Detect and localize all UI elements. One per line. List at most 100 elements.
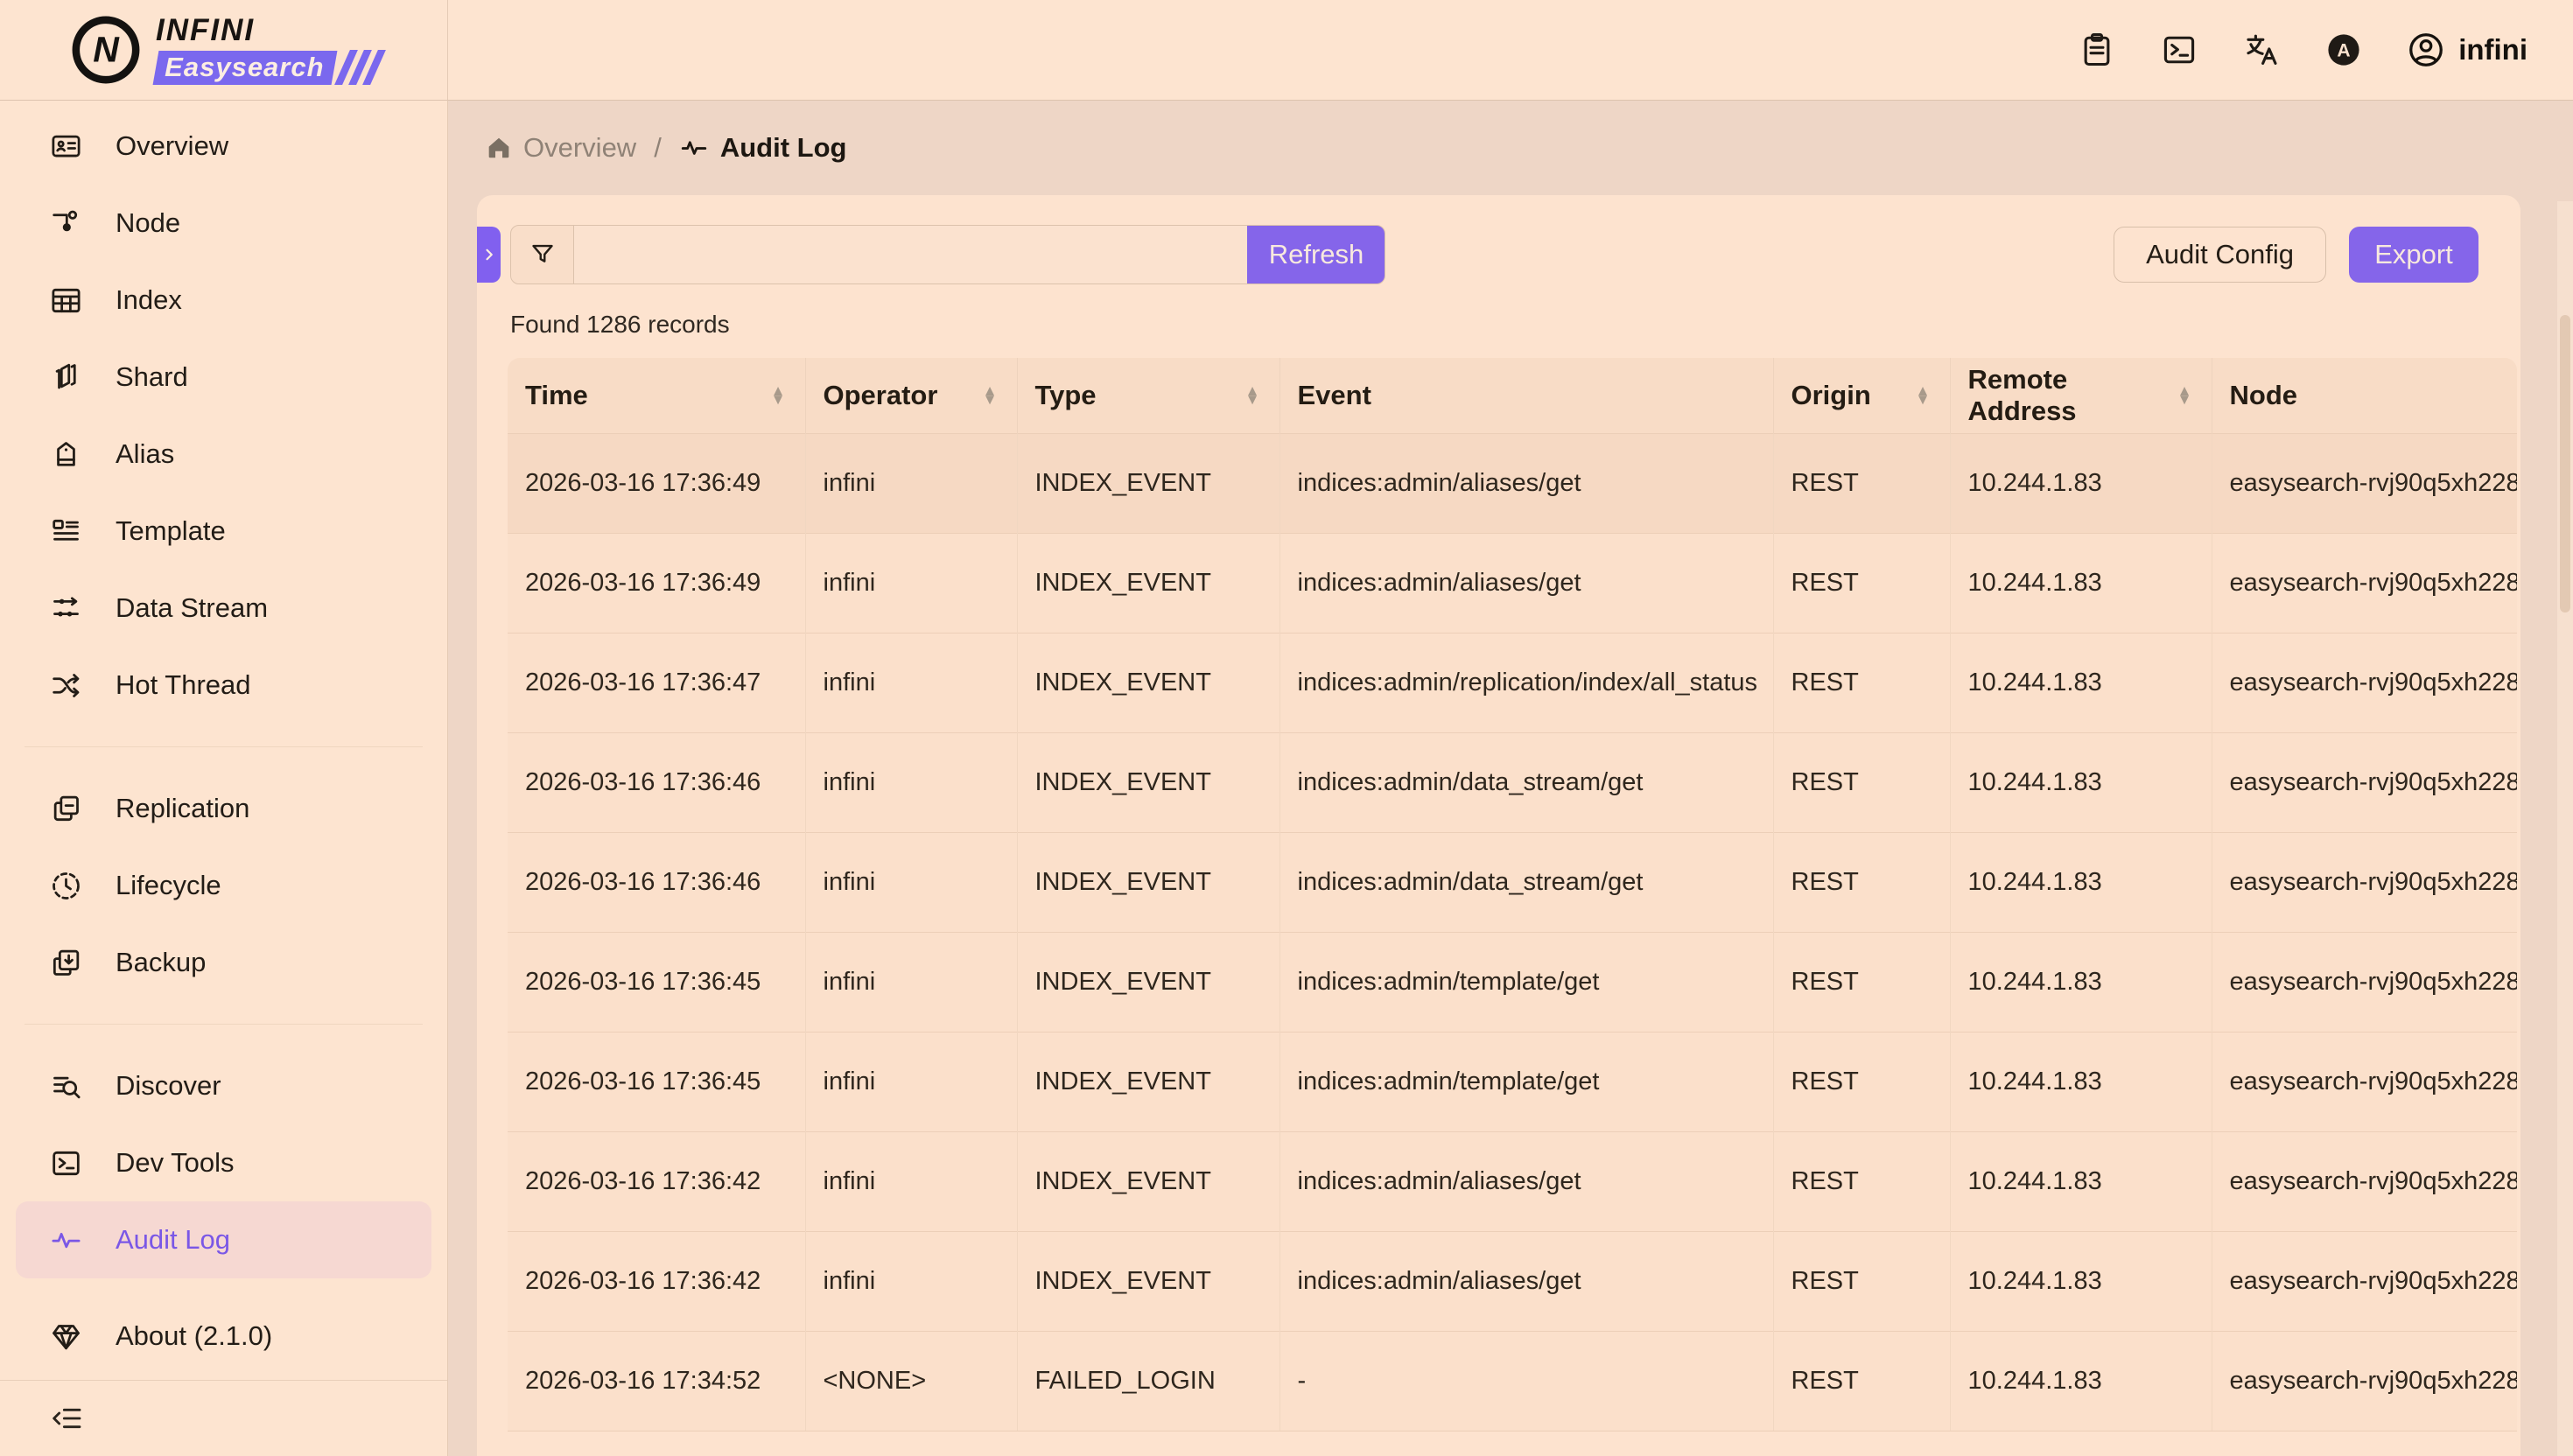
sidebar-item-label: Shard — [116, 361, 188, 393]
sidebar-item-overview[interactable]: Overview — [0, 108, 447, 185]
translate-button[interactable] — [2241, 30, 2282, 70]
user-menu[interactable]: infini — [2406, 30, 2527, 70]
cell-remote-address: 10.244.1.83 — [1950, 932, 2212, 1032]
theme-button[interactable]: A — [2324, 30, 2364, 70]
sidebar-item-audit-log[interactable]: Audit Log — [16, 1201, 431, 1278]
action-buttons: Audit Config Export — [2114, 227, 2478, 283]
sort-carets-icon[interactable]: ▲▼ — [2177, 387, 2192, 404]
cell-type: INDEX_EVENT — [1017, 1131, 1279, 1231]
cell-node: easysearch-rvj90q5xh228 — [2212, 1032, 2517, 1131]
audit-log-card: Refresh Audit Config Export Found 1286 r… — [477, 195, 2520, 1456]
table-row[interactable]: 2026-03-16 17:36:46infiniINDEX_EVENTindi… — [508, 832, 2517, 932]
cell-node: easysearch-rvj90q5xh228 — [2212, 832, 2517, 932]
sidebar-item-replication[interactable]: Replication — [0, 770, 447, 847]
cell-operator: infini — [805, 832, 1017, 932]
export-button[interactable]: Export — [2349, 227, 2478, 283]
expand-filter-panel-button[interactable] — [477, 227, 501, 283]
refresh-button[interactable]: Refresh — [1247, 225, 1385, 284]
terminal-button[interactable] — [2159, 30, 2199, 70]
auditlog-icon — [49, 1223, 83, 1257]
audit-config-button[interactable]: Audit Config — [2114, 227, 2326, 283]
table-row[interactable]: 2026-03-16 17:36:42infiniINDEX_EVENTindi… — [508, 1131, 2517, 1231]
table-row[interactable]: 2026-03-16 17:34:52<NONE>FAILED_LOGIN-RE… — [508, 1331, 2517, 1431]
vertical-scrollbar[interactable] — [2557, 201, 2573, 1456]
cell-event: indices:admin/template/get — [1279, 932, 1773, 1032]
sidebar-item-label: About (2.1.0) — [116, 1320, 272, 1352]
sort-carets-icon[interactable]: ▲▼ — [1245, 387, 1260, 404]
column-header-time[interactable]: Time▲▼ — [508, 358, 805, 433]
sidebar-item-discover[interactable]: Discover — [0, 1047, 447, 1124]
sidebar-item-label: Template — [116, 515, 226, 547]
breadcrumb-overview-label: Overview — [523, 132, 636, 164]
sidebar-item-backup[interactable]: Backup — [0, 924, 447, 1001]
table-row[interactable]: 2026-03-16 17:36:47infiniINDEX_EVENTindi… — [508, 633, 2517, 732]
cell-origin: REST — [1773, 732, 1950, 832]
sidebar: OverviewNodeIndex Shard Alias Template Data … — [0, 101, 448, 1456]
cell-origin: REST — [1773, 1231, 1950, 1331]
sort-carets-icon[interactable]: ▲▼ — [1916, 387, 1931, 404]
sidebar-item-index[interactable]: Index — [0, 262, 447, 339]
cell-remote-address: 10.244.1.83 — [1950, 433, 2212, 533]
audit-log-icon — [679, 133, 709, 163]
sort-carets-icon[interactable]: ▲▼ — [983, 387, 998, 404]
column-header-remote-address[interactable]: Remote Address▲▼ — [1950, 358, 2212, 433]
vertical-scrollbar-thumb[interactable] — [2560, 315, 2570, 612]
table-row[interactable]: 2026-03-16 17:36:42infiniINDEX_EVENTindi… — [508, 1231, 2517, 1331]
user-icon — [2406, 30, 2446, 70]
sidebar-item-dev-tools[interactable]: Dev Tools — [0, 1124, 447, 1201]
clipboard-button[interactable] — [2077, 30, 2117, 70]
svg-text:A: A — [2338, 41, 2351, 61]
breadcrumb-overview-link[interactable]: Overview — [485, 132, 636, 164]
cell-time: 2026-03-16 17:36:49 — [508, 533, 805, 633]
node-icon — [49, 206, 83, 241]
cell-time: 2026-03-16 17:36:49 — [508, 433, 805, 533]
sidebar-item-shard[interactable]: Shard — [0, 339, 447, 416]
sidebar-item-alias[interactable]: Alias — [0, 416, 447, 493]
cell-time: 2026-03-16 17:36:45 — [508, 932, 805, 1032]
translate-icon — [2242, 31, 2281, 69]
sidebar-item-label: Lifecycle — [116, 870, 221, 901]
sidebar-item-data-stream[interactable]: Data Stream — [0, 570, 447, 647]
sidebar-item-template[interactable]: Template — [0, 493, 447, 570]
cell-event: indices:admin/replication/index/all_stat… — [1279, 633, 1773, 732]
cell-event: indices:admin/aliases/get — [1279, 433, 1773, 533]
audit-log-table: Time▲▼Operator▲▼Type▲▼EventOrigin▲▼Remot… — [508, 358, 2517, 1432]
breadcrumb-current: Audit Log — [679, 132, 847, 164]
column-header-type[interactable]: Type▲▼ — [1017, 358, 1279, 433]
sidebar-item-about[interactable]: About (2.1.0) — [0, 1298, 447, 1375]
table-row[interactable]: 2026-03-16 17:36:49infiniINDEX_EVENTindi… — [508, 533, 2517, 633]
datastream-icon — [49, 592, 83, 626]
cell-origin: REST — [1773, 1331, 1950, 1431]
table-row[interactable]: 2026-03-16 17:36:46infiniINDEX_EVENTindi… — [508, 732, 2517, 832]
column-header-operator[interactable]: Operator▲▼ — [805, 358, 1017, 433]
column-header-label: Remote Address — [1968, 364, 2177, 427]
table-row[interactable]: 2026-03-16 17:36:45infiniINDEX_EVENTindi… — [508, 932, 2517, 1032]
cell-event: - — [1279, 1331, 1773, 1431]
cell-event: indices:admin/data_stream/get — [1279, 732, 1773, 832]
table-row[interactable]: 2026-03-16 17:36:45infiniINDEX_EVENTindi… — [508, 1032, 2517, 1131]
table-row[interactable]: 2026-03-16 17:36:49infiniINDEX_EVENTindi… — [508, 433, 2517, 533]
breadcrumb: Overview / Audit Log — [448, 101, 2573, 195]
clipboard-icon — [2078, 31, 2116, 69]
brand-logo[interactable]: N INFINI Easysearch — [0, 0, 448, 101]
filter-funnel-button[interactable] — [511, 226, 574, 284]
sidebar-item-lifecycle[interactable]: Lifecycle — [0, 847, 447, 924]
shard-icon — [49, 360, 83, 395]
sidebar-item-hot-thread[interactable]: Hot Thread — [0, 647, 447, 724]
cell-event: indices:admin/data_stream/get — [1279, 832, 1773, 932]
filter-toolbar: Refresh Audit Config Export — [477, 195, 2520, 284]
audit-log-icon — [679, 133, 709, 163]
filter-search-input[interactable] — [574, 226, 1248, 284]
cell-operator: infini — [805, 732, 1017, 832]
cell-type: INDEX_EVENT — [1017, 633, 1279, 732]
cell-type: INDEX_EVENT — [1017, 932, 1279, 1032]
column-header-origin[interactable]: Origin▲▼ — [1773, 358, 1950, 433]
cell-node: easysearch-rvj90q5xh228 — [2212, 732, 2517, 832]
cell-operator: <NONE> — [805, 1331, 1017, 1431]
sort-carets-icon[interactable]: ▲▼ — [771, 387, 786, 404]
sidebar-item-label: Dev Tools — [116, 1147, 235, 1179]
theme-icon: A — [2324, 31, 2363, 69]
sidebar-item-node[interactable]: Node — [0, 185, 447, 262]
sidebar-collapse-button[interactable] — [49, 1401, 84, 1436]
main-content: Overview / Audit Log Refresh — [448, 101, 2573, 1456]
